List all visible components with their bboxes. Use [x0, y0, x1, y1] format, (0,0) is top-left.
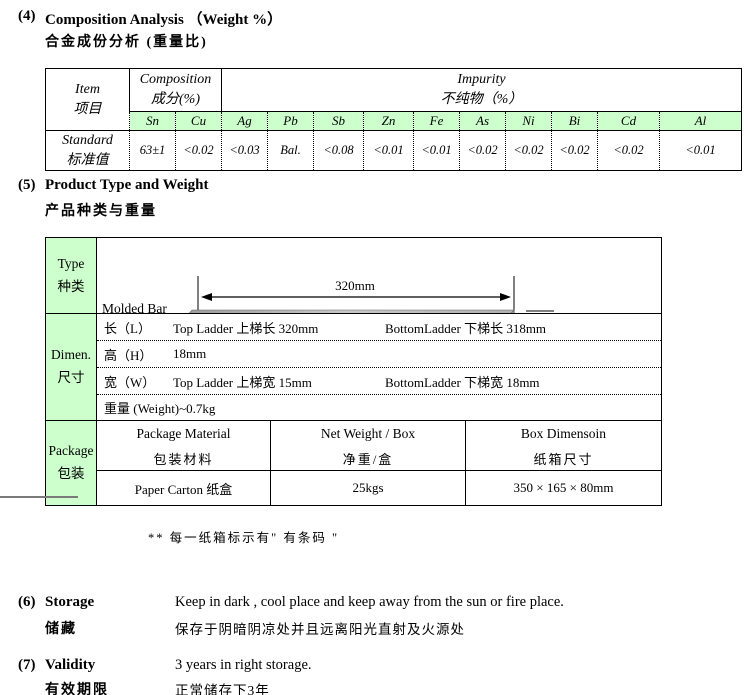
section4-title: Composition Analysis （Weight %）	[45, 8, 282, 29]
element-header-cell: Cu	[176, 112, 222, 131]
package-material-value: Paper Carton 纸盒	[97, 471, 271, 506]
composition-table: Item 项目 Composition 成分(%) Impurity 不纯物（%…	[45, 68, 742, 171]
pkg-header-en: Package Material	[97, 426, 270, 442]
standard-label-zh: 标准值	[46, 151, 129, 171]
section5-title-zh: 产品种类与重量	[45, 200, 157, 220]
net-weight-value: 25kgs	[271, 471, 466, 506]
dimension-row-length: 长（L） Top Ladder 上梯长 320mm BottomLadder 下…	[97, 314, 661, 341]
element-header-cell: Bi	[552, 112, 598, 131]
section6-number: (6)	[18, 594, 36, 611]
pkg-header-zh: 净重/盒	[271, 449, 465, 468]
dim-top-value: Top Ladder 上梯宽 15mm	[173, 372, 385, 391]
package-label-zh: 包装	[46, 463, 96, 486]
carton-barcode-note: ** 每一纸箱标示有" 有条码 "	[148, 527, 339, 546]
package-material-header: Package Material 包装材料	[97, 421, 271, 471]
composition-label-zh: 成分(%)	[130, 90, 221, 110]
section4-number: (4)	[18, 8, 36, 25]
dim-bottom-value: BottomLadder 下梯长 318mm	[385, 318, 661, 337]
dimension-row-weight: 重量 (Weight)~0.7kg	[97, 395, 661, 420]
element-header-cell: Ni	[506, 112, 552, 131]
section5-number: (5)	[18, 177, 36, 194]
standard-value-cell: <0.02	[460, 131, 506, 171]
bar-top-face	[179, 310, 514, 314]
item-header-cell: Item 项目	[46, 69, 130, 131]
section4-title-zh: 合金成份分析 (重量比)	[45, 31, 208, 51]
dimension-row-height: 高（H） 18mm	[97, 341, 661, 368]
package-label-en: Package	[46, 440, 96, 463]
composition-header-cell: Composition 成分(%)	[130, 69, 222, 112]
standard-row-label: Standard 标准值	[46, 131, 130, 171]
section5-title: Product Type and Weight	[45, 177, 209, 194]
element-header-cell: Ag	[222, 112, 268, 131]
package-header-cell: Package 包装	[46, 421, 97, 506]
type-label-en: Type	[46, 253, 96, 276]
box-dimension-value: 350 × 165 × 80mm	[466, 471, 662, 506]
arrow-left-head	[201, 293, 212, 301]
standard-value-cell: <0.02	[598, 131, 660, 171]
dim-name: 重量 (Weight)~0.7kg	[97, 398, 215, 417]
section6-label-en: Storage	[45, 594, 94, 611]
standard-value-cell: <0.01	[364, 131, 414, 171]
molded-bar-drawing: 320mm 15mm	[97, 276, 662, 314]
dim-bottom-value: BottomLadder 下梯宽 18mm	[385, 372, 661, 391]
section7-number: (7)	[18, 657, 36, 674]
bar-length-label: 320mm	[335, 278, 375, 293]
element-header-cell: Sn	[130, 112, 176, 131]
validity-text-en: 3 years in right storage.	[175, 657, 312, 674]
standard-value-cell: <0.01	[414, 131, 460, 171]
validity-text-zh: 正常储存下3年	[175, 679, 270, 695]
dimension-header-cell: Dimen. 尺寸	[46, 314, 97, 421]
standard-value-cell: 63±1	[130, 131, 176, 171]
type-content-cell: Molded Bar 浇铸型	[97, 238, 662, 314]
item-label-zh: 项目	[46, 100, 129, 120]
composition-label-en: Composition	[130, 70, 221, 90]
standard-label-en: Standard	[46, 131, 129, 151]
pkg-header-zh: 纸箱尺寸	[466, 449, 661, 468]
impurity-header-cell: Impurity 不纯物（%）	[222, 69, 742, 112]
product-table: Type 种类 Molded Bar 浇铸型	[45, 237, 662, 506]
standard-value-cell: Bal.	[268, 131, 314, 171]
dimension-row-width: 宽（W） Top Ladder 上梯宽 15mm BottomLadder 下梯…	[97, 368, 661, 395]
section7-label-en: Validity	[45, 657, 95, 674]
stray-line	[0, 496, 78, 498]
net-weight-header: Net Weight / Box 净重/盒	[271, 421, 466, 471]
pkg-header-en: Net Weight / Box	[271, 426, 465, 442]
type-header-cell: Type 种类	[46, 238, 97, 314]
impurity-label-en: Impurity	[222, 70, 741, 90]
dimension-content-cell: 长（L） Top Ladder 上梯长 320mm BottomLadder 下…	[97, 314, 662, 421]
standard-value-cell: <0.01	[660, 131, 742, 171]
storage-text-en: Keep in dark , cool place and keep away …	[175, 594, 564, 611]
standard-value-cell: <0.02	[552, 131, 598, 171]
storage-text-zh: 保存于阴暗阴凉处并且远离阳光直射及火源处	[175, 618, 465, 638]
dimension-label-zh: 尺寸	[46, 367, 96, 390]
standard-value-cell: <0.08	[314, 131, 364, 171]
dim-name: 高（H）	[97, 345, 173, 364]
pkg-header-en: Box Dimensoin	[466, 426, 661, 442]
arrow-right-head	[500, 293, 511, 301]
element-header-cell: Zn	[364, 112, 414, 131]
box-dimension-header: Box Dimensoin 纸箱尺寸	[466, 421, 662, 471]
standard-value-cell: <0.02	[506, 131, 552, 171]
dim-top-value: 18mm	[173, 346, 385, 362]
element-header-cell: Sb	[314, 112, 364, 131]
dim-name: 长（L）	[97, 318, 173, 337]
element-header-cell: Fe	[414, 112, 460, 131]
section7-label-zh: 有效期限	[45, 679, 109, 695]
dim-name: 宽（W）	[97, 372, 173, 391]
spec-sheet-page: (4) Composition Analysis （Weight %） 合金成份…	[0, 0, 750, 695]
impurity-label-zh: 不纯物（%）	[222, 90, 741, 110]
item-label-en: Item	[46, 80, 129, 100]
section6-label-zh: 储藏	[45, 618, 77, 638]
element-header-cell: Cd	[598, 112, 660, 131]
element-header-cell: As	[460, 112, 506, 131]
element-header-cell: Pb	[268, 112, 314, 131]
standard-value-cell: <0.03	[222, 131, 268, 171]
dimension-label-en: Dimen.	[46, 344, 96, 367]
standard-value-cell: <0.02	[176, 131, 222, 171]
dim-top-value: Top Ladder 上梯长 320mm	[173, 318, 385, 337]
pkg-header-zh: 包装材料	[97, 449, 270, 468]
element-header-cell: Al	[660, 112, 742, 131]
type-label-zh: 种类	[46, 276, 96, 299]
